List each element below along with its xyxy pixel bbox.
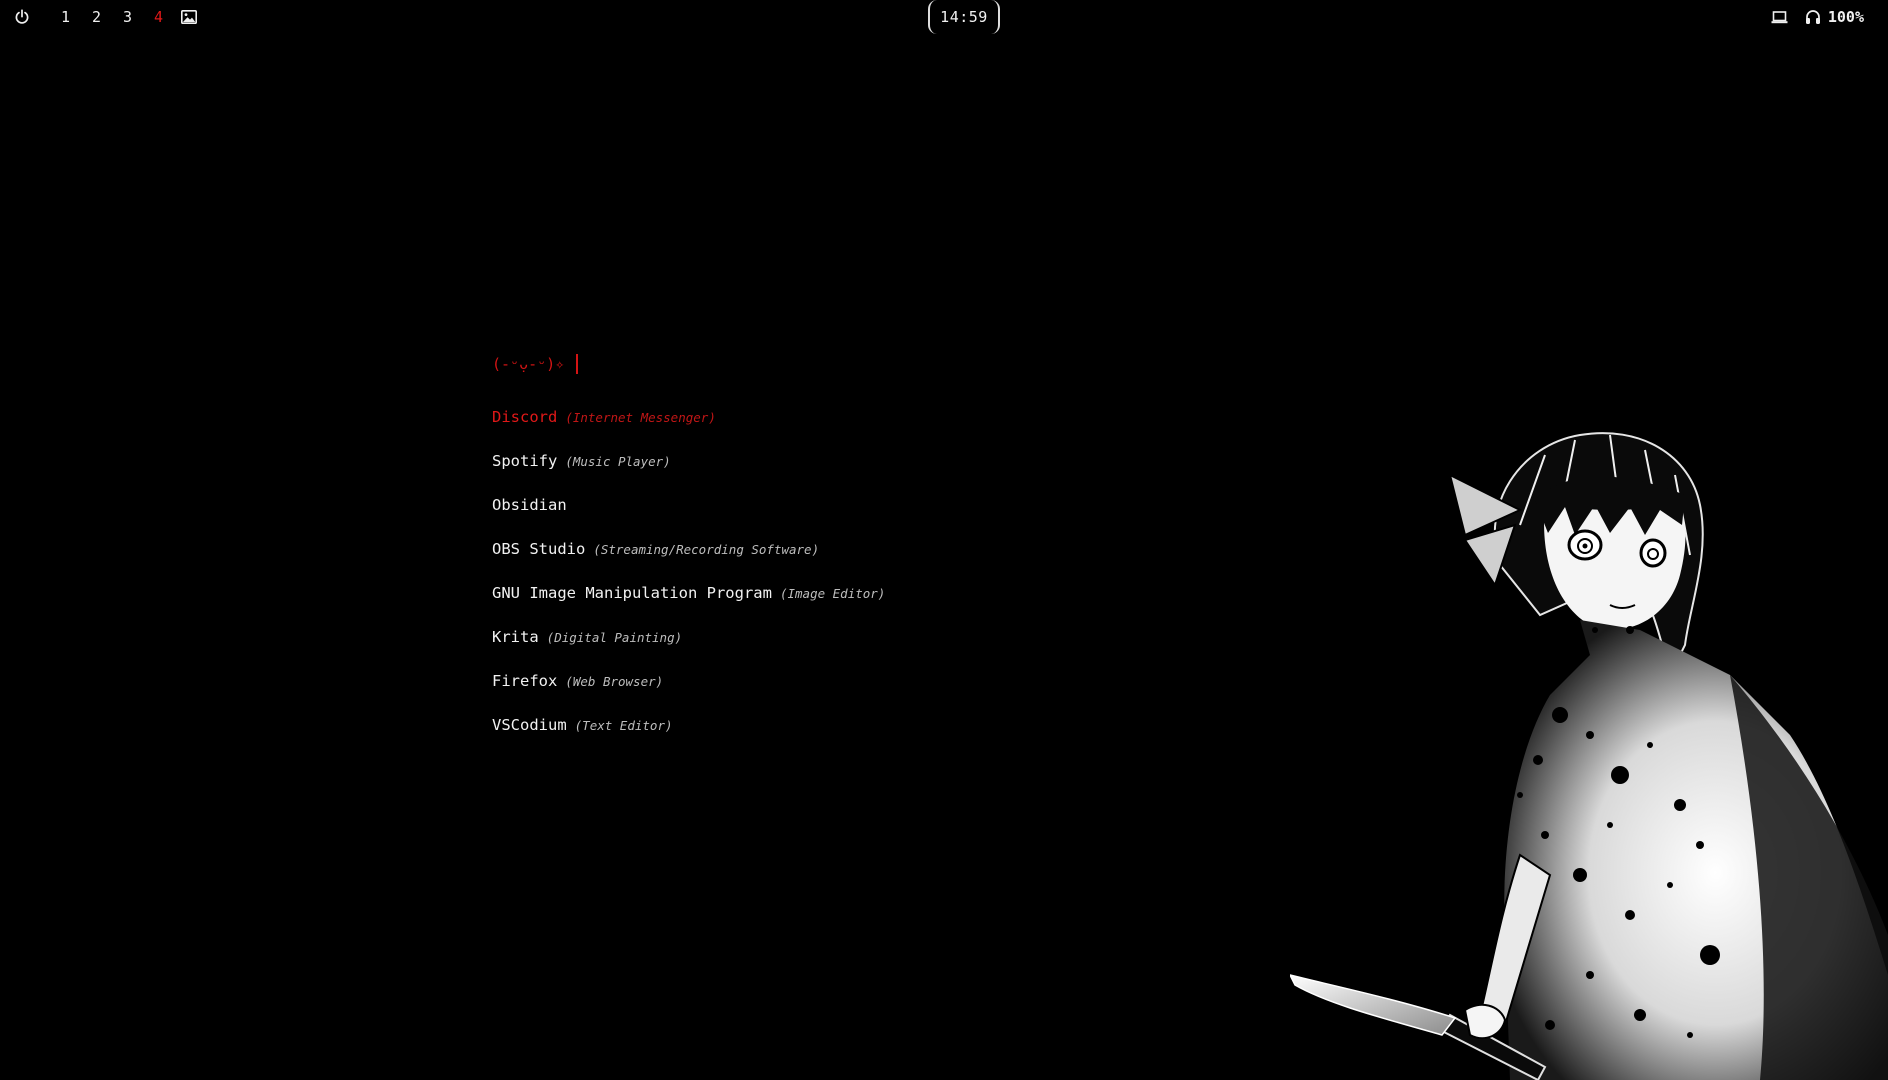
launcher-entry-discord[interactable]: Discord (Internet Messenger) [492, 395, 992, 439]
workspace-3[interactable]: 3 [112, 8, 143, 26]
desktop: 1 2 3 4 14:59 100% (-ᵕ̣ᴗ-ᵕ)✧ Discord (In… [0, 0, 1888, 1080]
workspace-1[interactable]: 1 [50, 8, 81, 26]
app-launcher: (-ᵕ̣ᴗ-ᵕ)✧ Discord (Internet Messenger) S… [492, 351, 992, 747]
entry-description: (Digital Painting) [546, 629, 683, 645]
image-icon [181, 10, 197, 24]
entry-description: (Image Editor) [779, 585, 886, 601]
launcher-entry-firefox[interactable]: Firefox (Web Browser) [492, 659, 992, 703]
launcher-entry-spotify[interactable]: Spotify (Music Player) [492, 439, 992, 483]
clock: 14:59 [940, 8, 988, 26]
entry-name: Krita [492, 628, 539, 646]
entry-name: Discord [492, 408, 558, 426]
headphones-icon [1805, 10, 1820, 24]
headphones-button[interactable] [1803, 7, 1823, 27]
entry-description: (Internet Messenger) [565, 409, 716, 425]
power-button[interactable] [12, 7, 32, 27]
bar-left: 1 2 3 4 [12, 6, 200, 28]
launcher-results: Discord (Internet Messenger) Spotify (Mu… [492, 395, 992, 747]
laptop-button[interactable] [1769, 7, 1791, 27]
launcher-input-row[interactable]: (-ᵕ̣ᴗ-ᵕ)✧ [492, 351, 992, 377]
entry-name: Spotify [492, 452, 558, 470]
entry-description: (Text Editor) [574, 717, 673, 733]
volume-level: 100% [1827, 8, 1864, 26]
entry-name: Firefox [492, 672, 558, 690]
entry-description: (Streaming/Recording Software) [593, 541, 820, 557]
launcher-entry-gimp[interactable]: GNU Image Manipulation Program (Image Ed… [492, 571, 992, 615]
laptop-icon [1771, 10, 1788, 23]
launcher-entry-vscodium[interactable]: VSCodium (Text Editor) [492, 703, 992, 747]
bar-right: 100% [1769, 6, 1864, 28]
wallpaper-illustration [1290, 432, 1888, 1080]
entry-name: GNU Image Manipulation Program [492, 584, 772, 602]
clock-widget[interactable]: 14:59 [928, 0, 1000, 34]
workspace-4[interactable]: 4 [143, 8, 174, 26]
launcher-entry-obs-studio[interactable]: OBS Studio (Streaming/Recording Software… [492, 527, 992, 571]
entry-name: OBS Studio [492, 540, 586, 558]
workspace-2[interactable]: 2 [81, 8, 112, 26]
launcher-entry-obsidian[interactable]: Obsidian [492, 483, 992, 527]
top-bar: 1 2 3 4 14:59 100% [0, 0, 1888, 34]
wallpaper-button[interactable] [178, 7, 200, 27]
entry-name: VSCodium [492, 716, 567, 734]
launcher-prompt: (-ᵕ̣ᴗ-ᵕ)✧ [492, 355, 565, 373]
power-icon [15, 9, 29, 24]
entry-name: Obsidian [492, 496, 567, 514]
entry-description: (Web Browser) [565, 673, 664, 689]
launcher-entry-krita[interactable]: Krita (Digital Painting) [492, 615, 992, 659]
text-cursor [576, 354, 579, 374]
entry-description: (Music Player) [565, 453, 671, 469]
